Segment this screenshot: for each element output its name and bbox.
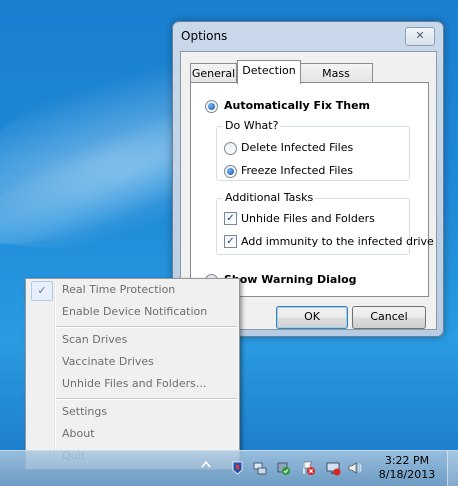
- menu-item-about[interactable]: About: [28, 424, 237, 444]
- freeze-infected-radio[interactable]: [224, 165, 237, 178]
- unhide-files-checkbox[interactable]: ✓: [224, 212, 237, 225]
- checkmark-icon: ✓: [226, 236, 235, 247]
- freeze-infected-label: Freeze Infected Files: [241, 164, 353, 177]
- unhide-files-label: Unhide Files and Folders: [241, 212, 375, 225]
- tab-mass-storage[interactable]: Mass Storage: [299, 63, 373, 99]
- menu-item-label: Vaccinate Drives: [62, 355, 154, 368]
- detection-panel: Automatically Fix Them Do What? Delete I…: [190, 82, 434, 297]
- cancel-button[interactable]: Cancel: [352, 306, 426, 329]
- menu-item-enable-device-notification[interactable]: Enable Device Notification: [28, 302, 237, 322]
- menu-item-label: Settings: [62, 405, 108, 418]
- tab-label: General: [191, 67, 236, 80]
- menu-item-settings[interactable]: Settings: [28, 402, 237, 422]
- chevron-up-icon: [201, 460, 211, 468]
- cancel-label: Cancel: [370, 310, 408, 323]
- shield-flag-icon[interactable]: [230, 460, 246, 476]
- title-bar[interactable]: Options ✕: [173, 22, 443, 50]
- show-desktop-button[interactable]: [447, 451, 458, 486]
- additional-tasks-title: Additional Tasks: [223, 191, 316, 204]
- menu-item-label: Scan Drives: [62, 333, 128, 346]
- do-what-group: Do What? Delete Infected Files Freeze In…: [216, 119, 410, 181]
- window-title: Options: [181, 29, 228, 43]
- network-icon[interactable]: [252, 460, 268, 476]
- close-icon: ✕: [415, 29, 425, 42]
- security-check-icon[interactable]: [275, 460, 291, 476]
- taskbar: 3:22 PM 8/18/2013: [0, 450, 458, 486]
- tab-general[interactable]: General: [190, 63, 237, 83]
- volume-icon[interactable]: [347, 460, 363, 476]
- tab-detection[interactable]: Detection: [237, 60, 301, 84]
- tray-context-menu: ✓ Real Time Protection Enable Device Not…: [25, 278, 240, 470]
- system-clock[interactable]: 3:22 PM 8/18/2013: [374, 454, 440, 482]
- menu-separator: [56, 326, 237, 328]
- delete-infected-label: Delete Infected Files: [241, 141, 354, 154]
- auto-fix-label: Automatically Fix Them: [224, 99, 371, 112]
- checkmark-icon: ✓: [31, 281, 53, 301]
- add-immunity-checkbox[interactable]: ✓: [224, 235, 237, 248]
- menu-item-unhide-files[interactable]: Unhide Files and Folders...: [28, 374, 237, 394]
- show-hidden-icons-button[interactable]: [199, 460, 213, 476]
- menu-separator: [56, 398, 237, 400]
- ok-button[interactable]: OK: [276, 306, 348, 329]
- additional-tasks-group: Additional Tasks ✓ Unhide Files and Fold…: [216, 191, 434, 255]
- menu-item-scan-drives[interactable]: Scan Drives: [28, 330, 237, 350]
- menu-item-label: Enable Device Notification: [62, 305, 208, 318]
- show-warning-label: Show Warning Dialog: [224, 273, 357, 286]
- menu-item-real-time-protection[interactable]: ✓ Real Time Protection: [28, 280, 237, 301]
- checkmark-icon: ✓: [226, 213, 235, 224]
- ok-label: OK: [304, 310, 320, 323]
- close-button[interactable]: ✕: [405, 27, 435, 46]
- monitor-icon[interactable]: [325, 460, 341, 476]
- tab-label: Detection: [242, 64, 296, 77]
- clock-time: 3:22 PM: [384, 454, 430, 467]
- do-what-title: Do What?: [223, 119, 281, 132]
- menu-item-label: About: [62, 427, 95, 440]
- menu-item-label: Real Time Protection: [62, 283, 176, 296]
- menu-item-label: Unhide Files and Folders...: [62, 377, 207, 390]
- menu-item-vaccinate-drives[interactable]: Vaccinate Drives: [28, 352, 237, 372]
- delete-infected-radio[interactable]: [224, 142, 237, 155]
- auto-fix-radio[interactable]: [205, 100, 218, 113]
- clock-date: 8/18/2013: [378, 468, 436, 481]
- add-immunity-label: Add immunity to the infected drive: [241, 235, 434, 248]
- action-center-icon[interactable]: [300, 460, 316, 476]
